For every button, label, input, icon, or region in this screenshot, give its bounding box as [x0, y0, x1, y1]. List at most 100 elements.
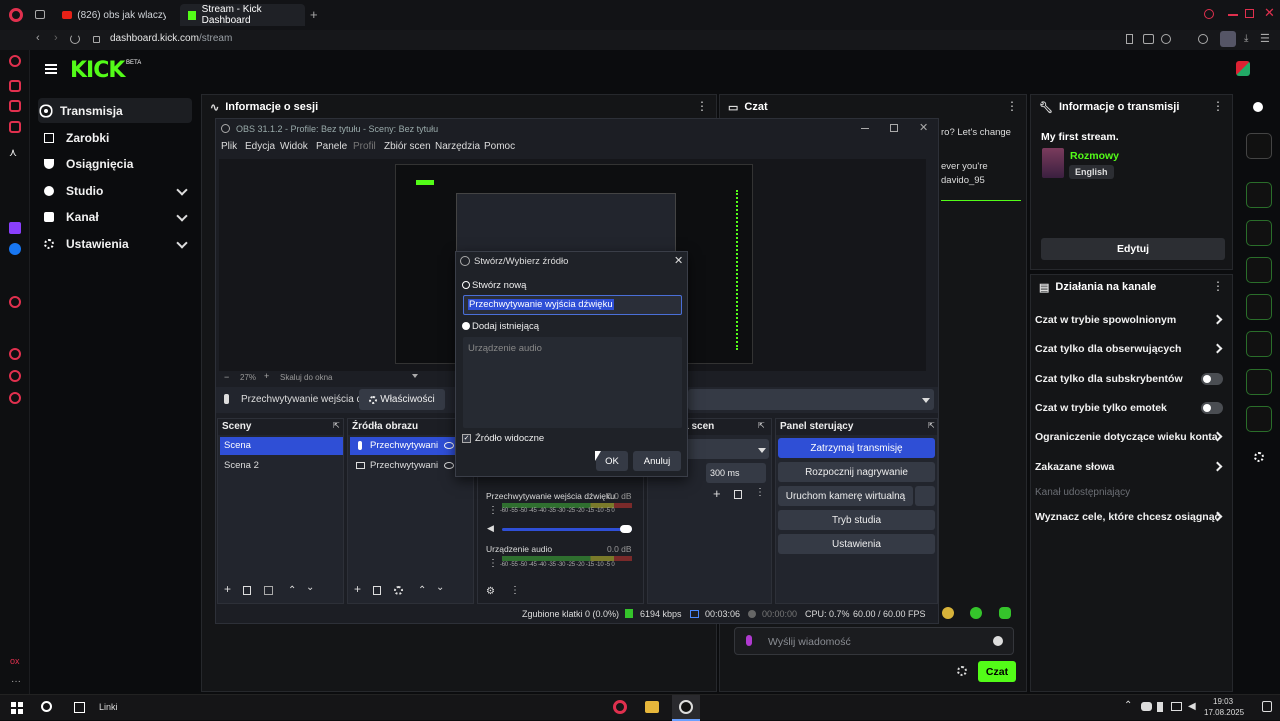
snapshot-icon[interactable] — [1143, 34, 1154, 44]
zoom-minus-icon[interactable]: − — [224, 372, 229, 382]
subs-only-toggle[interactable] — [1201, 373, 1223, 385]
add-scene-icon[interactable]: + — [224, 582, 231, 596]
menu-pomoc[interactable]: Pomoc — [484, 141, 515, 152]
sidebar-more-icon[interactable]: ··· — [11, 676, 21, 687]
menu-profil[interactable]: Profil — [353, 141, 376, 152]
action-goals[interactable]: Wyznacz cele, które chcesz osiągnąć — [1035, 507, 1225, 527]
action-followers-only[interactable]: Czat tylko dla obserwujących — [1035, 339, 1225, 359]
chat-bubble-icon[interactable] — [1246, 294, 1272, 320]
more-icon[interactable]: ox — [10, 656, 20, 666]
settings-button[interactable]: Ustawienia — [778, 534, 935, 554]
menu-widok[interactable]: Widok — [280, 141, 308, 152]
scale-to-window[interactable]: Skaluj do okna — [280, 373, 332, 382]
create-new-label[interactable]: Stwórz nową — [472, 280, 526, 291]
source-dropdown[interactable] — [688, 389, 934, 410]
apps-icon[interactable] — [1254, 452, 1264, 462]
tray-network-icon[interactable] — [1171, 702, 1182, 711]
dock-float-icon[interactable]: ⇱ — [758, 421, 765, 430]
action-subs-only[interactable]: Czat tylko dla subskrybentów — [1035, 369, 1225, 389]
duration-input[interactable]: 300 ms — [706, 463, 766, 483]
speaker-icon[interactable]: ◀ — [487, 523, 494, 534]
more-options-icon[interactable]: ⋮ — [1212, 279, 1224, 293]
create-new-radio[interactable] — [462, 281, 470, 289]
category-link[interactable]: Rozmowy — [1070, 150, 1119, 162]
menu-zbior-scen[interactable]: Zbiór scen — [384, 141, 431, 152]
tray-chevron-icon[interactable]: ⌃ — [1124, 700, 1132, 711]
search-icon[interactable] — [41, 701, 52, 712]
adblock-icon[interactable] — [1198, 34, 1208, 44]
menu-icon[interactable]: ☰ — [1260, 32, 1270, 45]
reload-icon[interactable] — [70, 34, 80, 44]
menu-narzedzia[interactable]: Narzędzia — [435, 141, 480, 152]
bookmark-icon[interactable] — [1126, 34, 1133, 44]
history-icon[interactable] — [9, 296, 21, 308]
track-menu-icon[interactable]: ⋮ — [488, 558, 498, 569]
user-avatar[interactable] — [1236, 61, 1250, 76]
nav-ustawienia[interactable]: Ustawienia — [38, 231, 192, 256]
task-view-icon[interactable] — [74, 702, 85, 713]
start-recording-button[interactable]: Rozpocznij nagrywanie — [778, 462, 935, 482]
twitch-icon[interactable] — [9, 222, 21, 234]
dock-float-icon[interactable]: ⇱ — [333, 421, 340, 430]
emote-icon[interactable] — [970, 607, 982, 619]
player-icon[interactable] — [9, 80, 21, 92]
tray-usb-icon[interactable] — [1157, 702, 1163, 712]
nav-kanal[interactable]: Kanał — [38, 204, 192, 229]
visibility-eye-icon[interactable] — [444, 442, 454, 449]
stop-stream-button[interactable]: Zatrzymaj transmisję — [778, 438, 935, 458]
existing-source-item[interactable]: Urządzenie audio — [468, 343, 542, 354]
action-banned-words[interactable]: Zakazane słowa — [1035, 457, 1225, 477]
filter-icon[interactable] — [264, 586, 273, 595]
profile-avatar[interactable] — [1220, 31, 1236, 47]
visible-checkbox[interactable]: ✓ — [462, 434, 471, 443]
clock-time[interactable]: 19:03 — [1213, 697, 1233, 706]
scene-item[interactable]: Scena — [220, 437, 343, 455]
windows-start-icon[interactable] — [11, 702, 23, 714]
obs-close-icon[interactable]: ✕ — [919, 121, 928, 134]
links-toolbar[interactable]: Linki — [99, 702, 118, 712]
mixer-menu-icon[interactable]: ⋮ — [510, 585, 520, 596]
opera-logo-icon[interactable] — [9, 8, 23, 22]
mic-icon[interactable] — [746, 635, 752, 646]
nav-osiagniecia[interactable]: Osiągnięcia — [38, 151, 192, 176]
move-down-icon[interactable]: ⌄ — [306, 582, 314, 593]
workspaces-icon[interactable] — [35, 10, 45, 19]
clock-icon[interactable] — [9, 348, 21, 360]
url-text[interactable]: dashboard.kick.com/stream — [110, 33, 232, 44]
back-icon[interactable]: ‹ — [36, 32, 40, 44]
emote-icon[interactable] — [999, 607, 1011, 619]
menu-edycja[interactable]: Edycja — [245, 141, 275, 152]
volume-slider[interactable] — [502, 528, 632, 531]
emote-only-toggle[interactable] — [1201, 402, 1223, 414]
chat-send-button[interactable]: Czat — [978, 661, 1016, 682]
chat-bubble-icon[interactable] — [9, 370, 21, 382]
minimize-icon[interactable] — [1228, 14, 1238, 16]
search-tabs-icon[interactable] — [1204, 9, 1214, 19]
action-account-age[interactable]: Ograniczenie dotyczące wieku konta — [1035, 427, 1225, 447]
lightning-icon[interactable] — [1246, 220, 1272, 246]
properties-button[interactable]: Właściwości — [359, 389, 445, 410]
visible-label[interactable]: Źródło widoczne — [475, 433, 544, 444]
opera-taskbar-icon[interactable] — [613, 700, 627, 714]
source-settings-icon[interactable] — [394, 586, 403, 595]
menu-plik[interactable]: Plik — [221, 141, 237, 152]
move-up-icon[interactable]: ⌃ — [288, 585, 296, 596]
info-icon[interactable] — [1253, 102, 1263, 112]
cancel-button[interactable]: Anuluj — [633, 451, 681, 471]
dialog-close-icon[interactable]: ✕ — [674, 254, 683, 267]
visibility-eye-icon[interactable] — [444, 462, 454, 469]
more-options-icon[interactable]: ⋮ — [1212, 99, 1224, 113]
action-slow-mode[interactable]: Czat w trybie spowolnionym — [1035, 310, 1225, 330]
zoom-plus-icon[interactable]: + — [264, 371, 269, 381]
menu-panele[interactable]: Panele — [316, 141, 347, 152]
volume-slider-handle[interactable] — [620, 525, 632, 533]
move-down-icon[interactable]: ⌄ — [436, 582, 444, 593]
maximize-icon[interactable] — [1245, 9, 1254, 18]
remove-transition-icon[interactable] — [734, 490, 742, 499]
clock-date[interactable]: 17.08.2025 — [1204, 708, 1244, 717]
remove-scene-icon[interactable] — [243, 586, 251, 595]
kick-logo[interactable]: KICK — [70, 58, 125, 83]
mail-icon[interactable] — [9, 121, 21, 133]
move-up-icon[interactable]: ⌃ — [418, 585, 426, 596]
scale-dropdown-icon[interactable] — [412, 374, 418, 378]
